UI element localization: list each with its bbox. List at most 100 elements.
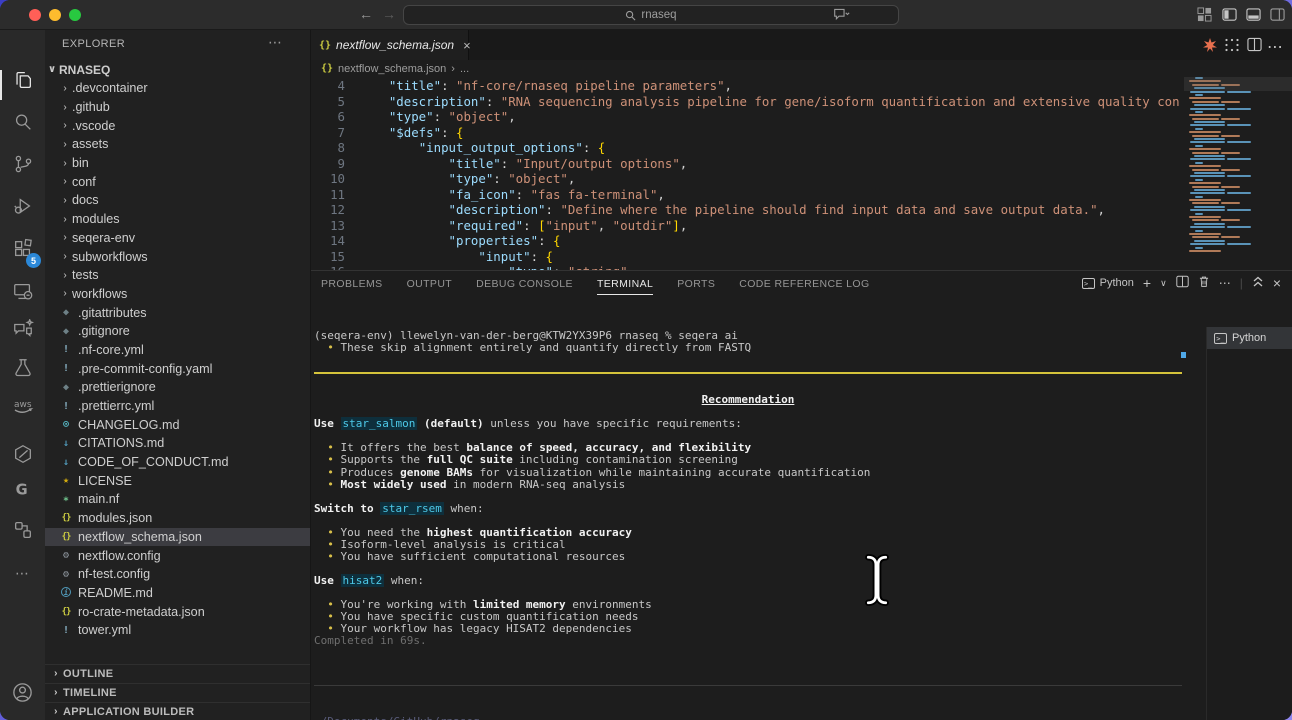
- remote-explorer-icon[interactable]: [0, 275, 45, 309]
- forward-arrow-icon[interactable]: →: [380, 6, 398, 22]
- close-panel-icon[interactable]: ×: [1273, 275, 1281, 291]
- terminal-dropdown-chevron-icon[interactable]: ∨: [1160, 278, 1167, 289]
- dotted-outline-icon[interactable]: [1224, 37, 1240, 58]
- file-item[interactable]: ◆.prettierignore: [45, 378, 310, 397]
- extensions-icon[interactable]: 5: [0, 232, 45, 266]
- toggle-panel-icon[interactable]: [1246, 7, 1261, 27]
- folder-item[interactable]: ›seqera-env: [45, 229, 310, 248]
- close-window-button[interactable]: [29, 9, 41, 21]
- maximize-window-button[interactable]: [69, 9, 81, 21]
- back-arrow-icon[interactable]: ←: [357, 6, 375, 22]
- file-item[interactable]: !tower.yml: [45, 621, 310, 640]
- terminal-input-area[interactable]: ~/Documents/GitHub/rnaseq > Describe a t…: [314, 659, 1182, 720]
- file-item[interactable]: !.nf-core.yml: [45, 341, 310, 360]
- tree-root-rnaseq[interactable]: ∨ RNASEQ: [45, 60, 310, 79]
- file-item[interactable]: {}modules.json: [45, 509, 310, 528]
- split-terminal-icon[interactable]: [1176, 275, 1189, 291]
- minimize-window-button[interactable]: [49, 9, 61, 21]
- editor-more-actions-icon[interactable]: ⋯: [1267, 37, 1283, 57]
- breadcrumb-file[interactable]: nextflow_schema.json: [338, 63, 446, 75]
- hexagon-tool-icon[interactable]: [0, 437, 45, 471]
- folder-item[interactable]: ›assets: [45, 135, 310, 154]
- folder-item[interactable]: ›docs: [45, 191, 310, 210]
- file-item[interactable]: ★LICENSE: [45, 471, 310, 490]
- file-item[interactable]: ∗main.nf: [45, 490, 310, 509]
- tab-nextflow-schema[interactable]: {} nextflow_schema.json ×: [311, 30, 469, 60]
- panel-tab-terminal[interactable]: TERMINAL: [597, 274, 653, 295]
- code-line[interactable]: 6 "type": "object",: [311, 109, 1179, 125]
- code-line[interactable]: 13 "required": ["input", "outdir"],: [311, 218, 1179, 234]
- testing-icon[interactable]: [0, 351, 45, 385]
- breadcrumb[interactable]: {} nextflow_schema.json › ...: [311, 60, 1292, 77]
- starburst-extension-icon[interactable]: [1202, 37, 1218, 58]
- terminal-output[interactable]: (seqera-env) llewelyn-van-der-berg@KTW2Y…: [314, 330, 1182, 647]
- file-item[interactable]: ↓CODE_OF_CONDUCT.md: [45, 453, 310, 472]
- explorer-icon[interactable]: [0, 63, 45, 97]
- panel-tab-ports[interactable]: PORTS: [677, 274, 715, 294]
- split-editor-icon[interactable]: [1247, 37, 1262, 57]
- code-editor[interactable]: 4 "title": "nf-core/rnaseq pipeline para…: [311, 78, 1179, 270]
- sidebar-section-application-builder[interactable]: ›APPLICATION BUILDER: [45, 702, 310, 720]
- search-view-icon[interactable]: [0, 105, 45, 139]
- shell-selector[interactable]: >_ Python: [1082, 277, 1134, 289]
- minimap-slider[interactable]: [1184, 77, 1292, 91]
- sidebar-more-actions-icon[interactable]: ⋯: [268, 34, 282, 51]
- file-item[interactable]: ⚙nextflow.config: [45, 546, 310, 565]
- aws-icon[interactable]: aws: [0, 389, 45, 423]
- panel-more-actions-icon[interactable]: ⋯: [1219, 276, 1231, 290]
- code-line[interactable]: 7 "$defs": {: [311, 125, 1179, 141]
- panel-tab-problems[interactable]: PROBLEMS: [321, 274, 383, 294]
- folder-item[interactable]: ›workflows: [45, 285, 310, 304]
- breadcrumb-symbol[interactable]: ...: [460, 63, 469, 75]
- file-item[interactable]: ↓CITATIONS.md: [45, 434, 310, 453]
- folder-item[interactable]: ›bin: [45, 154, 310, 173]
- code-line[interactable]: 4 "title": "nf-core/rnaseq pipeline para…: [311, 78, 1179, 94]
- panel-tab-code-reference-log[interactable]: CODE REFERENCE LOG: [739, 274, 869, 294]
- file-item[interactable]: {}nextflow_schema.json: [45, 528, 310, 547]
- sidebar-section-outline[interactable]: ›OUTLINE: [45, 664, 310, 683]
- account-icon[interactable]: [0, 675, 45, 709]
- file-item[interactable]: ⚙nf-test.config: [45, 565, 310, 584]
- source-control-icon[interactable]: [0, 147, 45, 181]
- run-debug-icon[interactable]: [0, 189, 45, 223]
- toggle-sidebar-icon[interactable]: [1222, 7, 1237, 27]
- folder-item[interactable]: ›conf: [45, 172, 310, 191]
- code-line[interactable]: 9 "title": "Input/output options",: [311, 156, 1179, 172]
- maximize-panel-icon[interactable]: [1252, 276, 1264, 291]
- close-tab-icon[interactable]: ×: [463, 38, 471, 53]
- code-line[interactable]: 5 "description": "RNA sequencing analysi…: [311, 94, 1179, 110]
- search-input[interactable]: rnaseq: [403, 5, 899, 25]
- folder-item[interactable]: ›modules: [45, 210, 310, 229]
- settings-gear-icon[interactable]: 1: [0, 716, 45, 720]
- new-terminal-icon[interactable]: +: [1143, 275, 1151, 291]
- code-line[interactable]: 10 "type": "object",: [311, 171, 1179, 187]
- file-item[interactable]: !.prettierrc.yml: [45, 397, 310, 416]
- file-item[interactable]: ◆.gitignore: [45, 322, 310, 341]
- chat-view-icon[interactable]: [0, 313, 45, 347]
- code-line[interactable]: 12 "description": "Define where the pipe…: [311, 202, 1179, 218]
- customize-layout-icon[interactable]: [1197, 7, 1212, 27]
- pipeline-nodes-icon[interactable]: [0, 513, 45, 547]
- code-line[interactable]: 8 "input_output_options": {: [311, 140, 1179, 156]
- code-line[interactable]: 14 "properties": {: [311, 233, 1179, 249]
- sidebar-section-timeline[interactable]: ›TIMELINE: [45, 683, 310, 702]
- folder-item[interactable]: ›.vscode: [45, 116, 310, 135]
- file-item[interactable]: !.pre-commit-config.yaml: [45, 359, 310, 378]
- code-line[interactable]: 11 "fa_icon": "fas fa-terminal",: [311, 187, 1179, 203]
- code-line[interactable]: 15 "input": {: [311, 249, 1179, 265]
- folder-item[interactable]: ›.github: [45, 98, 310, 117]
- folder-item[interactable]: ›.devcontainer: [45, 79, 310, 98]
- panel-tab-output[interactable]: OUTPUT: [407, 274, 453, 294]
- folder-item[interactable]: ›subworkflows: [45, 247, 310, 266]
- gitlens-icon[interactable]: G: [0, 473, 45, 507]
- panel-tab-debug-console[interactable]: DEBUG CONSOLE: [476, 274, 573, 294]
- toggle-secondary-sidebar-icon[interactable]: [1270, 7, 1285, 27]
- file-item[interactable]: ⊙CHANGELOG.md: [45, 415, 310, 434]
- chat-toggle-icon[interactable]: [833, 7, 850, 27]
- file-item[interactable]: ◆.gitattributes: [45, 303, 310, 322]
- file-item[interactable]: iREADME.md: [45, 584, 310, 603]
- more-views-icon[interactable]: ⋯: [0, 556, 45, 590]
- kill-terminal-icon[interactable]: [1198, 275, 1210, 291]
- terminal-list-item-python[interactable]: >_ Python: [1207, 327, 1292, 349]
- folder-item[interactable]: ›tests: [45, 266, 310, 285]
